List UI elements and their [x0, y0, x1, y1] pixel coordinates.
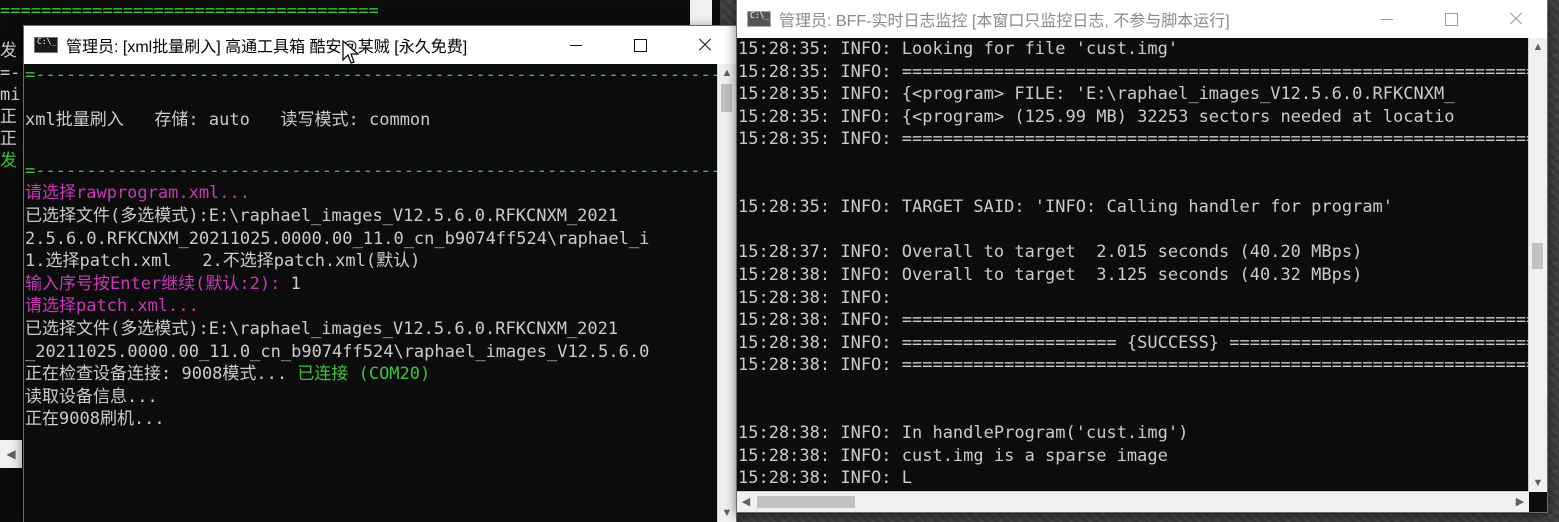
xml-flash-console-window[interactable]: 管理员: [xml批量刷入] 高通工具箱 酷安@某贼 [永久免费] =-----… [24, 26, 736, 522]
console-line: 正在检查设备连接: 9008模式... 已连接 (COM20) [25, 363, 718, 386]
minimize-button[interactable] [544, 26, 608, 64]
console-line: =---------------------------------------… [25, 160, 718, 181]
scrollbar-thumb[interactable] [721, 84, 732, 112]
horizontal-scrollbar[interactable]: ◀ ▶ [737, 491, 1529, 512]
log-line: 15:28:38: INFO: ========================… [738, 310, 1529, 331]
console-text-segment: 已连接 (COM20) [297, 364, 431, 385]
vertical-scrollbar[interactable]: ▲ ▼ [1528, 38, 1547, 492]
console-output[interactable]: =---------------------------------------… [24, 64, 718, 522]
window-title: 管理员: [xml批量刷入] 高通工具箱 酷安@某贼 [永久免费] [66, 39, 468, 56]
close-button[interactable] [1483, 0, 1547, 38]
console-line: xml批量刷入 存储: auto 读写模式: common [25, 110, 431, 131]
log-line: 15:28:38: INFO: ========================… [738, 355, 1529, 376]
minimize-button[interactable] [1355, 0, 1419, 38]
console-text-segment: 正在检查设备连接: 9008模式... [25, 364, 298, 385]
title-bar[interactable]: 管理员: [xml批量刷入] 高通工具箱 酷安@某贼 [永久免费] [24, 26, 736, 64]
console-text-segment: 输入序号按Enter继续(默认:2): [25, 273, 281, 294]
console-line: 1.选择patch.xml 2.不选择patch.xml(默认) [25, 251, 421, 272]
scrollbar-thumb[interactable] [757, 496, 855, 508]
console-app-icon [747, 11, 771, 27]
arrow-down-icon[interactable]: ▼ [1529, 474, 1547, 492]
background-scrollbar-up[interactable] [690, 0, 712, 26]
scrollbar-thumb[interactable] [1532, 243, 1543, 269]
log-line: 15:28:35: INFO: TARGET SAID: 'INFO: Call… [738, 197, 1394, 218]
log-output[interactable]: 15:28:35: INFO: Looking for file 'cust.i… [737, 38, 1529, 492]
mouse-pointer-icon [342, 40, 360, 64]
arrow-up-icon[interactable]: ▲ [1529, 38, 1547, 56]
arrow-left-icon: ◀ [6, 447, 16, 461]
arrow-down-icon[interactable]: ▼ [718, 504, 736, 522]
window-title: 管理员: BFF-实时日志监控 [本窗口只监控日志, 不参与脚本运行] [779, 13, 1230, 30]
log-line: 15:28:35: INFO: ========================… [738, 61, 1529, 82]
arrow-left-icon[interactable]: ◀ [737, 492, 755, 512]
log-line: 15:28:38: INFO: Overall to target 3.125 … [738, 264, 1363, 285]
console-text-segment: 1 [280, 273, 301, 294]
background-scroll-left-button[interactable]: ◀ [0, 440, 22, 468]
log-line: 15:28:38: INFO: [738, 287, 892, 308]
console-line: =---------------------------------------… [25, 65, 718, 85]
log-line: 15:28:38: INFO: L [738, 468, 912, 489]
arrow-up-icon[interactable]: ▲ [718, 64, 736, 82]
title-bar[interactable]: 管理员: BFF-实时日志监控 [本窗口只监控日志, 不参与脚本运行] [737, 0, 1547, 38]
maximize-button[interactable] [608, 26, 672, 64]
log-line: 15:28:35: INFO: ========================… [738, 129, 1529, 150]
console-app-icon [34, 37, 58, 53]
log-line: 15:28:38: INFO: cust.img is a sparse ima… [738, 445, 1168, 466]
close-button[interactable] [672, 26, 736, 64]
console-line: 请选择patch.xml... [25, 296, 199, 317]
log-line: 15:28:38: INFO: ===================== {S… [738, 332, 1529, 353]
log-line: 15:28:35: INFO: {<program> FILE: 'E:\rap… [738, 84, 1455, 105]
console-line: 读取设备信息... [25, 386, 158, 407]
log-line: 15:28:38: INFO: In handleProgram('cust.i… [738, 423, 1189, 444]
log-line: 15:28:37: INFO: Overall to target 2.015 … [738, 242, 1363, 263]
console-line: 已选择文件(多选模式):E:\raphael_images_V12.5.6.0.… [25, 205, 619, 226]
console-line: 已选择文件(多选模式):E:\raphael_images_V12.5.6.0.… [25, 318, 619, 339]
log-monitor-window[interactable]: 管理员: BFF-实时日志监控 [本窗口只监控日志, 不参与脚本运行] 15:2… [737, 0, 1547, 512]
console-line: 2.5.6.0.RFKCNXM_20211025.0000.00_11.0_cn… [25, 228, 650, 249]
log-line: 15:28:35: INFO: {<program> (125.99 MB) 3… [738, 106, 1455, 127]
vertical-scrollbar[interactable]: ▲ ▼ [717, 64, 736, 522]
console-line: 正在9008刷机... [25, 409, 165, 430]
arrow-right-icon[interactable]: ▶ [1511, 492, 1529, 512]
log-line: 15:28:35: INFO: Looking for file 'cust.i… [738, 39, 1179, 59]
console-line: 输入序号按Enter继续(默认:2): 1 [25, 273, 718, 296]
console-line: 请选择rawprogram.xml... [25, 183, 250, 204]
maximize-button[interactable] [1419, 0, 1483, 38]
console-line: _20211025.0000.00_11.0_cn_b9074ff524\rap… [25, 341, 650, 362]
